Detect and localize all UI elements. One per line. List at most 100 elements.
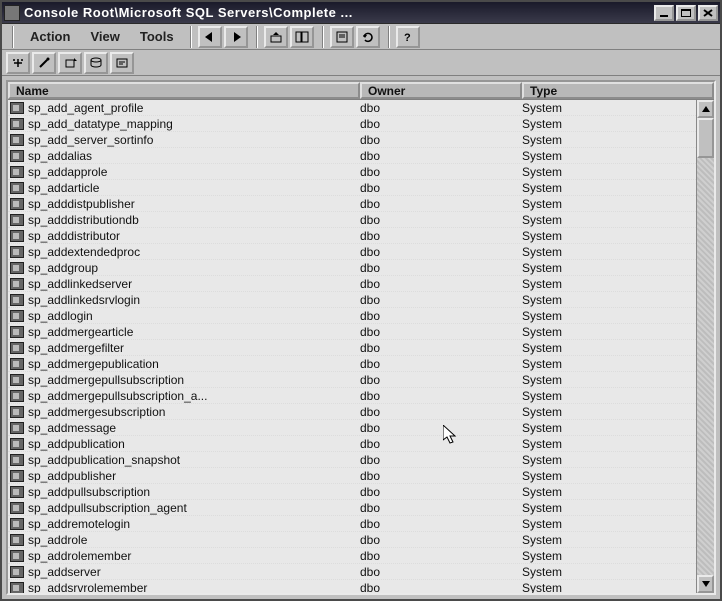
cell-owner: dbo [360, 325, 522, 339]
table-row[interactable]: sp_addpullsubscriptiondboSystem [8, 484, 696, 500]
cell-owner: dbo [360, 453, 522, 467]
table-row[interactable]: sp_addpullsubscription_agentdboSystem [8, 500, 696, 516]
stored-procedure-icon [10, 534, 24, 546]
titlebar[interactable]: Console Root\Microsoft SQL Servers\Compl… [2, 2, 720, 24]
scroll-up-button[interactable] [697, 100, 714, 118]
help-button[interactable]: ? [396, 26, 420, 48]
cell-name: sp_addarticle [28, 181, 360, 195]
cell-name: sp_adddistributor [28, 229, 360, 243]
table-row[interactable]: sp_addserverdboSystem [8, 564, 696, 580]
cell-name: sp_addrole [28, 533, 360, 547]
table-row[interactable]: sp_addmergepullsubscriptiondboSystem [8, 372, 696, 388]
maximize-button[interactable] [676, 5, 696, 21]
database-button[interactable] [84, 52, 108, 74]
back-button[interactable] [198, 26, 222, 48]
cell-name: sp_addmergearticle [28, 325, 360, 339]
svg-text:?: ? [404, 32, 411, 43]
cell-type: System [522, 149, 696, 163]
table-row[interactable]: sp_addlinkedserverdboSystem [8, 276, 696, 292]
refresh-button[interactable] [356, 26, 380, 48]
list-body[interactable]: sp_add_agent_profiledboSystemsp_add_data… [8, 100, 696, 593]
table-row[interactable]: sp_addextendedprocdboSystem [8, 244, 696, 260]
cell-name: sp_addlinkedsrvlogin [28, 293, 360, 307]
stored-procedure-icon [10, 278, 24, 290]
table-row[interactable]: sp_addremotelogindboSystem [8, 516, 696, 532]
vertical-scrollbar[interactable] [696, 100, 714, 593]
cell-name: sp_addlogin [28, 309, 360, 323]
grip-icon[interactable] [12, 26, 14, 48]
cell-name: sp_addpublisher [28, 469, 360, 483]
cell-name: sp_addmergepullsubscription [28, 373, 360, 387]
cell-owner: dbo [360, 501, 522, 515]
cell-name: sp_addapprole [28, 165, 360, 179]
separator-icon [190, 26, 192, 48]
cell-type: System [522, 373, 696, 387]
table-row[interactable]: sp_addpublication_snapshotdboSystem [8, 452, 696, 468]
table-row[interactable]: sp_add_datatype_mappingdboSystem [8, 116, 696, 132]
table-row[interactable]: sp_addpublisherdboSystem [8, 468, 696, 484]
table-row[interactable]: sp_add_agent_profiledboSystem [8, 100, 696, 116]
cell-type: System [522, 181, 696, 195]
list-view: Name Owner Type sp_add_agent_profiledboS… [6, 80, 716, 595]
cell-type: System [522, 357, 696, 371]
table-row[interactable]: sp_addmergesubscriptiondboSystem [8, 404, 696, 420]
scrollbar-track[interactable] [697, 118, 714, 575]
table-row[interactable]: sp_addpublicationdboSystem [8, 436, 696, 452]
column-header-owner[interactable]: Owner [360, 82, 522, 99]
table-row[interactable]: sp_addarticledboSystem [8, 180, 696, 196]
new-button[interactable] [6, 52, 30, 74]
properties-button[interactable] [330, 26, 354, 48]
cell-type: System [522, 549, 696, 563]
close-button[interactable] [698, 5, 718, 21]
system-menu-icon[interactable] [4, 5, 20, 21]
table-row[interactable]: sp_adddistributiondbdboSystem [8, 212, 696, 228]
menu-tools[interactable]: Tools [130, 27, 184, 46]
table-row[interactable]: sp_adddistpublisherdboSystem [8, 196, 696, 212]
cell-name: sp_addgroup [28, 261, 360, 275]
table-row[interactable]: sp_addmergepullsubscription_a...dboSyste… [8, 388, 696, 404]
scroll-down-button[interactable] [697, 575, 714, 593]
forward-button[interactable] [224, 26, 248, 48]
stored-procedure-icon [10, 406, 24, 418]
stored-procedure-icon [10, 118, 24, 130]
menu-action[interactable]: Action [20, 27, 80, 46]
show-hide-tree-button[interactable] [290, 26, 314, 48]
menu-view[interactable]: View [80, 27, 129, 46]
cell-owner: dbo [360, 117, 522, 131]
table-row[interactable]: sp_addmessagedboSystem [8, 420, 696, 436]
table-row[interactable]: sp_addgroupdboSystem [8, 260, 696, 276]
cell-name: sp_addserver [28, 565, 360, 579]
cell-type: System [522, 453, 696, 467]
table-row[interactable]: sp_addmergearticledboSystem [8, 324, 696, 340]
table-row[interactable]: sp_addsrvrolememberdboSystem [8, 580, 696, 593]
stored-procedure-icon [10, 246, 24, 258]
cell-type: System [522, 565, 696, 579]
column-header-type[interactable]: Type [522, 82, 714, 99]
table-row[interactable]: sp_adddistributordboSystem [8, 228, 696, 244]
register-server-button[interactable] [58, 52, 82, 74]
column-header-name[interactable]: Name [8, 82, 360, 99]
table-row[interactable]: sp_addmergepublicationdboSystem [8, 356, 696, 372]
table-row[interactable]: sp_addlinkedsrvlogindboSystem [8, 292, 696, 308]
cell-owner: dbo [360, 149, 522, 163]
table-row[interactable]: sp_addrolememberdboSystem [8, 548, 696, 564]
up-one-level-button[interactable] [264, 26, 288, 48]
table-row[interactable]: sp_addapproledboSystem [8, 164, 696, 180]
cell-owner: dbo [360, 389, 522, 403]
cell-type: System [522, 389, 696, 403]
table-row[interactable]: sp_add_server_sortinfodboSystem [8, 132, 696, 148]
stored-procedure-icon [10, 102, 24, 114]
separator-icon [388, 26, 390, 48]
minimize-button[interactable] [654, 5, 674, 21]
cell-type: System [522, 277, 696, 291]
cell-owner: dbo [360, 309, 522, 323]
table-row[interactable]: sp_addlogindboSystem [8, 308, 696, 324]
table-row[interactable]: sp_addaliasdboSystem [8, 148, 696, 164]
wand-button[interactable] [32, 52, 56, 74]
scrollbar-thumb[interactable] [697, 118, 714, 158]
separator-icon [256, 26, 258, 48]
cell-owner: dbo [360, 341, 522, 355]
table-row[interactable]: sp_addmergefilterdboSystem [8, 340, 696, 356]
query-button[interactable] [110, 52, 134, 74]
table-row[interactable]: sp_addroledboSystem [8, 532, 696, 548]
